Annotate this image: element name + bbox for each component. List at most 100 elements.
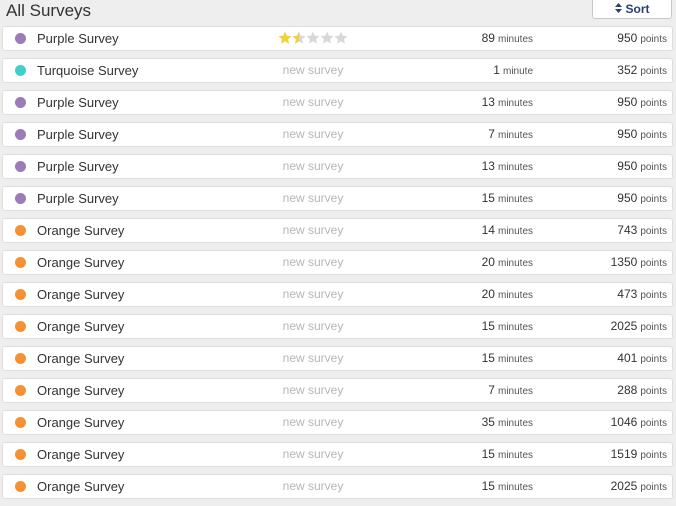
points-unit: points (640, 450, 667, 461)
survey-color-dot (15, 257, 26, 268)
duration-value: 14 (481, 223, 495, 237)
survey-points: 950 points (523, 91, 667, 115)
survey-name: Orange Survey (37, 255, 125, 270)
points-unit: points (640, 66, 667, 77)
star-icon (320, 31, 334, 45)
page-title: All Surveys (6, 1, 92, 20)
survey-row[interactable]: Orange Survey new survey 15 minutes 2025 poin… (2, 314, 673, 339)
survey-status: new survey (282, 319, 344, 333)
points-unit: points (640, 386, 667, 397)
star-icon (278, 31, 292, 45)
survey-row[interactable]: Orange Survey new survey 35 minutes 1046 poin… (2, 410, 673, 435)
survey-color-dot (15, 321, 26, 332)
star-icon (306, 31, 320, 45)
survey-row[interactable]: Orange Survey new survey 7 minutes 288 points (2, 378, 673, 403)
duration-value: 13 (481, 95, 495, 109)
duration-value: 89 (481, 31, 495, 45)
points-value: 473 (617, 287, 638, 301)
survey-row[interactable]: Turquoise Survey new survey 1 minute 352 poin… (2, 58, 673, 83)
survey-color-dot (15, 97, 26, 108)
survey-row[interactable]: Orange Survey new survey 14 minutes 743 point… (2, 218, 673, 243)
points-unit: points (640, 226, 667, 237)
survey-duration: 7 minutes (393, 123, 533, 147)
survey-duration: 15 minutes (393, 475, 533, 499)
survey-name: Orange Survey (37, 319, 125, 334)
points-unit: points (640, 322, 667, 333)
survey-row[interactable]: Orange Survey new survey 15 minutes 2025 poin… (2, 474, 673, 499)
survey-row[interactable]: Purple Survey new survey 15 minutes 950 point… (2, 186, 673, 211)
survey-name: Orange Survey (37, 415, 125, 430)
page-header: All Surveys Sort (0, 0, 676, 24)
points-value: 352 (617, 63, 638, 77)
survey-row[interactable]: Orange Survey new survey 20 minutes 473 point… (2, 282, 673, 307)
survey-duration: 89 minutes (393, 27, 533, 51)
duration-value: 1 (493, 63, 500, 77)
duration-value: 15 (481, 479, 495, 493)
survey-row[interactable]: Purple Survey new survey 13 minutes 950 point… (2, 154, 673, 179)
survey-duration: 7 minutes (393, 379, 533, 403)
survey-duration: 20 minutes (393, 251, 533, 275)
points-value: 950 (617, 159, 638, 173)
survey-status: new survey (282, 223, 344, 237)
survey-points: 743 points (523, 219, 667, 243)
duration-value: 15 (481, 319, 495, 333)
survey-color-dot (15, 417, 26, 428)
points-unit: points (640, 258, 667, 269)
survey-points: 473 points (523, 283, 667, 307)
survey-row[interactable]: Orange Survey new survey 20 minutes 1350 poin… (2, 250, 673, 275)
survey-duration: 15 minutes (393, 443, 533, 467)
survey-row[interactable]: Purple Survey new survey 13 minutes 950 point… (2, 90, 673, 115)
duration-value: 20 (481, 287, 495, 301)
survey-color-dot (15, 193, 26, 204)
survey-row[interactable]: Orange Survey new survey 15 minutes 401 point… (2, 346, 673, 371)
duration-value: 13 (481, 159, 495, 173)
survey-status: new survey (282, 159, 344, 173)
survey-duration: 14 minutes (393, 219, 533, 243)
points-value: 1350 (610, 255, 638, 269)
survey-row[interactable]: Orange Survey new survey 15 minutes 1519 poin… (2, 442, 673, 467)
points-value: 950 (617, 127, 638, 141)
points-unit: points (640, 130, 667, 141)
sort-button[interactable]: Sort (592, 0, 672, 19)
survey-color-dot (15, 353, 26, 364)
points-unit: points (640, 290, 667, 301)
points-value: 1519 (610, 447, 638, 461)
survey-name: Purple Survey (37, 95, 119, 110)
survey-row[interactable]: Purple Survey new survey 7 minutes 950 points (2, 122, 673, 147)
survey-row[interactable]: Purple Survey 89 minutes 950 points (2, 26, 673, 51)
survey-status: new survey (282, 191, 344, 205)
survey-status: new survey (282, 127, 344, 141)
survey-duration: 15 minutes (393, 347, 533, 371)
points-unit: points (640, 98, 667, 109)
survey-status: new survey (282, 287, 344, 301)
star-icon (334, 31, 348, 45)
survey-points: 2025 points (523, 315, 667, 339)
survey-duration: 1 minute (393, 59, 533, 83)
survey-status: new survey (282, 479, 344, 493)
survey-name: Purple Survey (37, 191, 119, 206)
points-unit: points (640, 354, 667, 365)
duration-value: 20 (481, 255, 495, 269)
duration-value: 7 (488, 383, 495, 397)
duration-value: 15 (481, 447, 495, 461)
survey-duration: 20 minutes (393, 283, 533, 307)
survey-color-dot (15, 385, 26, 396)
survey-points: 1350 points (523, 251, 667, 275)
survey-points: 2025 points (523, 475, 667, 499)
points-unit: points (640, 418, 667, 429)
survey-color-dot (15, 481, 26, 492)
survey-status: new survey (282, 63, 344, 77)
survey-name: Orange Survey (37, 223, 125, 238)
points-value: 950 (617, 31, 638, 45)
survey-points: 1046 points (523, 411, 667, 435)
survey-color-dot (15, 161, 26, 172)
survey-duration: 15 minutes (393, 187, 533, 211)
points-value: 950 (617, 95, 638, 109)
points-value: 2025 (610, 319, 638, 333)
points-unit: points (640, 34, 667, 45)
points-value: 288 (617, 383, 638, 397)
survey-list: Purple Survey 89 minutes 950 points Turquoise… (2, 26, 673, 506)
survey-name: Purple Survey (37, 159, 119, 174)
survey-color-dot (15, 129, 26, 140)
survey-color-dot (15, 289, 26, 300)
